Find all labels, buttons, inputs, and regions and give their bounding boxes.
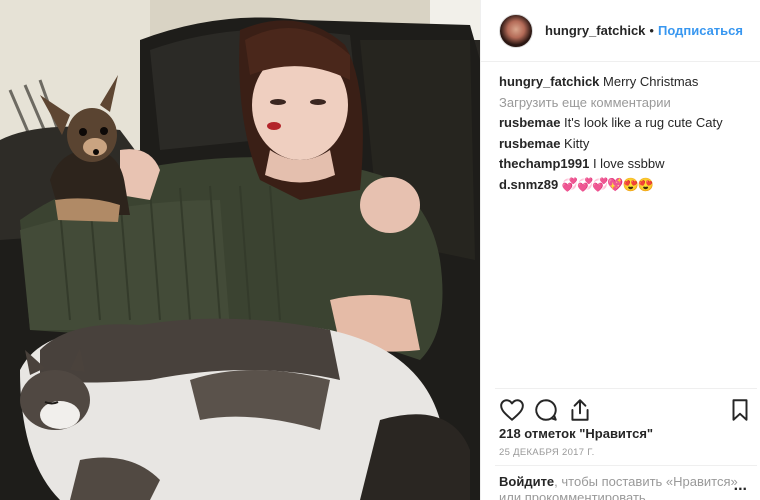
post-actions <box>495 388 757 430</box>
comment-author[interactable]: rusbemae <box>499 115 560 130</box>
post-header: hungry_fatchick • Подписаться <box>481 0 760 62</box>
caption-author[interactable]: hungry_fatchick <box>499 74 599 89</box>
caption: hungry_fatchick Merry Christmas <box>499 72 754 93</box>
heart-icon <box>500 399 524 421</box>
caption-text: Merry Christmas <box>603 74 699 89</box>
comment-text: 💞💞💞💖😍😍 <box>561 176 654 192</box>
share-button[interactable] <box>567 397 593 423</box>
comment-text: I love ssbbw <box>592 156 665 171</box>
post-side-panel: hungry_fatchick • Подписаться hungry_fat… <box>480 0 760 500</box>
comments-list: hungry_fatchick Merry Christmas Загрузит… <box>499 72 754 195</box>
comment-button[interactable] <box>533 397 559 423</box>
comment-item: rusbemae Kitty <box>499 134 754 155</box>
photo-illustration <box>0 0 480 500</box>
comment-author[interactable]: rusbemae <box>499 136 560 151</box>
comment-item: d.snmz89 💞💞💞💖😍😍 <box>499 175 754 196</box>
more-options-icon[interactable]: ... <box>734 478 747 494</box>
post-photo[interactable] <box>0 0 480 500</box>
login-link[interactable]: Войдите <box>499 474 554 489</box>
likes-count[interactable]: 218 отметок "Нравится" <box>499 426 653 441</box>
separator-dot: • <box>649 23 654 38</box>
comment-text: It's look like a rug cute Caty <box>564 115 723 130</box>
load-more-comments-button[interactable]: Загрузить еще комментарии <box>499 93 754 114</box>
like-button[interactable] <box>499 397 525 423</box>
comment-item: rusbemae It's look like a rug cute Caty <box>499 113 754 134</box>
comment-text: Kitty <box>564 135 590 151</box>
save-button[interactable] <box>727 397 753 423</box>
comment-icon <box>535 399 557 421</box>
login-prompt: Войдите, чтобы поставить «Нравится» или … <box>495 465 757 500</box>
post-username[interactable]: hungry_fatchick <box>545 23 645 38</box>
bookmark-icon <box>732 399 748 421</box>
share-icon <box>571 399 589 421</box>
follow-button[interactable]: Подписаться <box>658 23 743 38</box>
comment-author[interactable]: d.snmz89 <box>499 177 558 192</box>
comment-author[interactable]: thechamp1991 <box>499 156 589 171</box>
post-date: 25 ДЕКАБРЯ 2017 Г. <box>499 447 595 458</box>
avatar[interactable] <box>499 13 533 48</box>
comment-item: thechamp1991 I love ssbbw <box>499 154 754 175</box>
